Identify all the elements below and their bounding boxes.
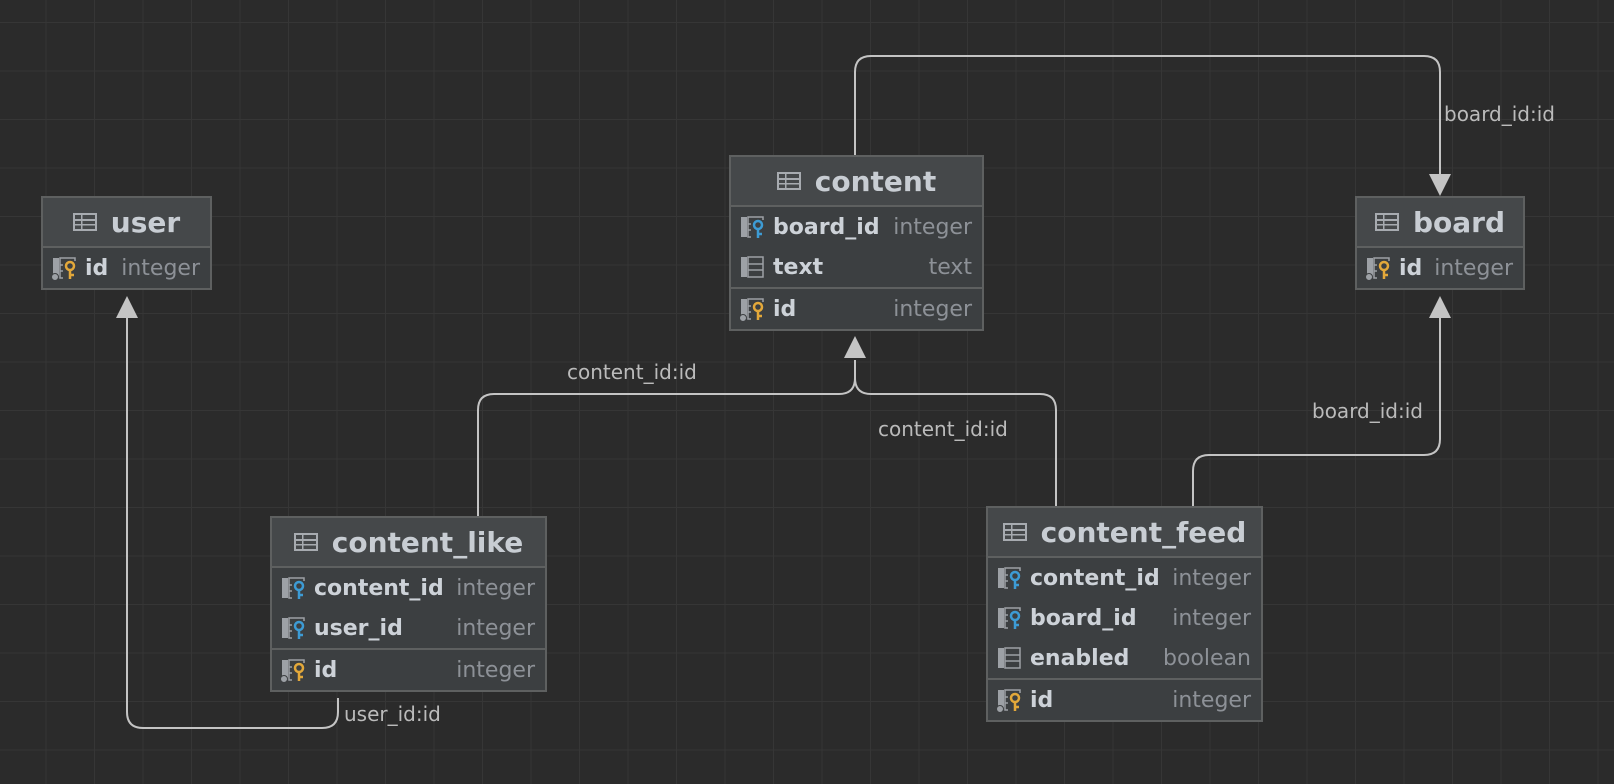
table-header[interactable]: board: [1357, 198, 1523, 248]
table-name: content_feed: [1040, 515, 1247, 549]
table-grid-icon: [776, 172, 801, 190]
foreign-key-icon: [741, 216, 765, 238]
column-type: integer: [1172, 565, 1251, 591]
table-header[interactable]: content_feed: [988, 508, 1261, 558]
column-name: board_id: [1030, 605, 1137, 631]
foreign-key-icon: [282, 577, 306, 599]
arrow-head-user-bottom: [116, 296, 138, 318]
table-content-like[interactable]: content_like content_id integer user_id …: [270, 516, 547, 692]
table-name: user: [110, 205, 181, 239]
column-name: enabled: [1030, 645, 1130, 671]
table-user[interactable]: user id integer: [41, 196, 212, 290]
column-icon: [741, 256, 764, 278]
primary-key-icon: [51, 257, 77, 281]
primary-key-icon: [739, 298, 765, 322]
table-header[interactable]: user: [43, 198, 210, 248]
column-type: boolean: [1163, 645, 1251, 671]
relation-label-feed-board: board_id:id: [1312, 399, 1423, 423]
table-content-feed[interactable]: content_feed content_id integer board_id…: [986, 506, 1263, 722]
primary-key-icon: [996, 689, 1022, 713]
table-header[interactable]: content: [731, 157, 982, 207]
column-row[interactable]: content_id integer: [988, 558, 1261, 598]
column-row[interactable]: id integer: [988, 678, 1261, 720]
relation-label-content-board: board_id:id: [1444, 102, 1555, 126]
table-header[interactable]: content_like: [272, 518, 545, 568]
column-type: integer: [456, 575, 535, 601]
table-name: content: [814, 164, 937, 198]
column-name: user_id: [314, 615, 403, 641]
relation-label-feed-content: content_id:id: [878, 417, 1008, 441]
column-row[interactable]: id integer: [43, 248, 210, 288]
column-row[interactable]: id integer: [1357, 248, 1523, 288]
column-name: content_id: [1030, 565, 1160, 591]
table-name: board: [1412, 205, 1506, 239]
column-type: integer: [456, 657, 535, 683]
table-grid-icon: [1002, 523, 1027, 541]
column-name: content_id: [314, 575, 444, 601]
relation-label-like-content: content_id:id: [567, 360, 697, 384]
column-type: integer: [893, 296, 972, 322]
column-name: id: [314, 657, 338, 683]
arrow-head-board-top: [1429, 174, 1451, 196]
table-grid-icon: [1374, 213, 1399, 231]
table-grid-icon: [72, 213, 97, 231]
arrow-head-board-bottom: [1429, 296, 1451, 318]
column-name: id: [1030, 687, 1054, 713]
table-grid-icon: [293, 533, 318, 551]
table-board[interactable]: board id integer: [1355, 196, 1525, 290]
column-row[interactable]: content_id integer: [272, 568, 545, 608]
column-row[interactable]: enabled boolean: [988, 638, 1261, 678]
column-type: integer: [893, 214, 972, 240]
relationship-lines: [116, 55, 1451, 729]
column-name: id: [85, 255, 109, 281]
column-row[interactable]: id integer: [731, 287, 982, 329]
table-name: content_like: [331, 525, 524, 559]
primary-key-icon: [1365, 257, 1391, 281]
column-type: integer: [456, 615, 535, 641]
column-name: id: [1399, 255, 1423, 281]
column-row[interactable]: text text: [731, 247, 982, 287]
column-type: integer: [121, 255, 200, 281]
relation-label-like-user: user_id:id: [344, 702, 441, 726]
foreign-key-icon: [998, 607, 1022, 629]
column-name: id: [773, 296, 797, 322]
column-row[interactable]: id integer: [272, 648, 545, 690]
column-name: board_id: [773, 214, 880, 240]
column-row[interactable]: board_id integer: [731, 207, 982, 247]
column-type: integer: [1172, 687, 1251, 713]
foreign-key-icon: [282, 617, 306, 639]
table-content[interactable]: content board_id integer text text id in…: [729, 155, 984, 331]
primary-key-icon: [280, 659, 306, 683]
arrow-head-content-bottom: [844, 336, 866, 358]
column-name: text: [773, 254, 824, 280]
column-type: text: [928, 254, 972, 280]
foreign-key-icon: [998, 567, 1022, 589]
column-type: integer: [1434, 255, 1513, 281]
column-icon: [998, 647, 1021, 669]
column-row[interactable]: board_id integer: [988, 598, 1261, 638]
column-row[interactable]: user_id integer: [272, 608, 545, 648]
column-type: integer: [1172, 605, 1251, 631]
